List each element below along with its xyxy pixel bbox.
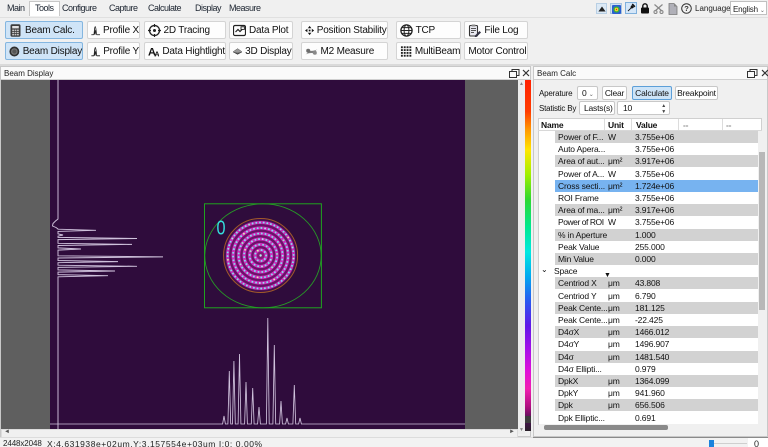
svg-text:0: 0 (217, 218, 226, 240)
svg-text:?: ? (684, 4, 689, 13)
svg-text:A: A (154, 49, 159, 57)
